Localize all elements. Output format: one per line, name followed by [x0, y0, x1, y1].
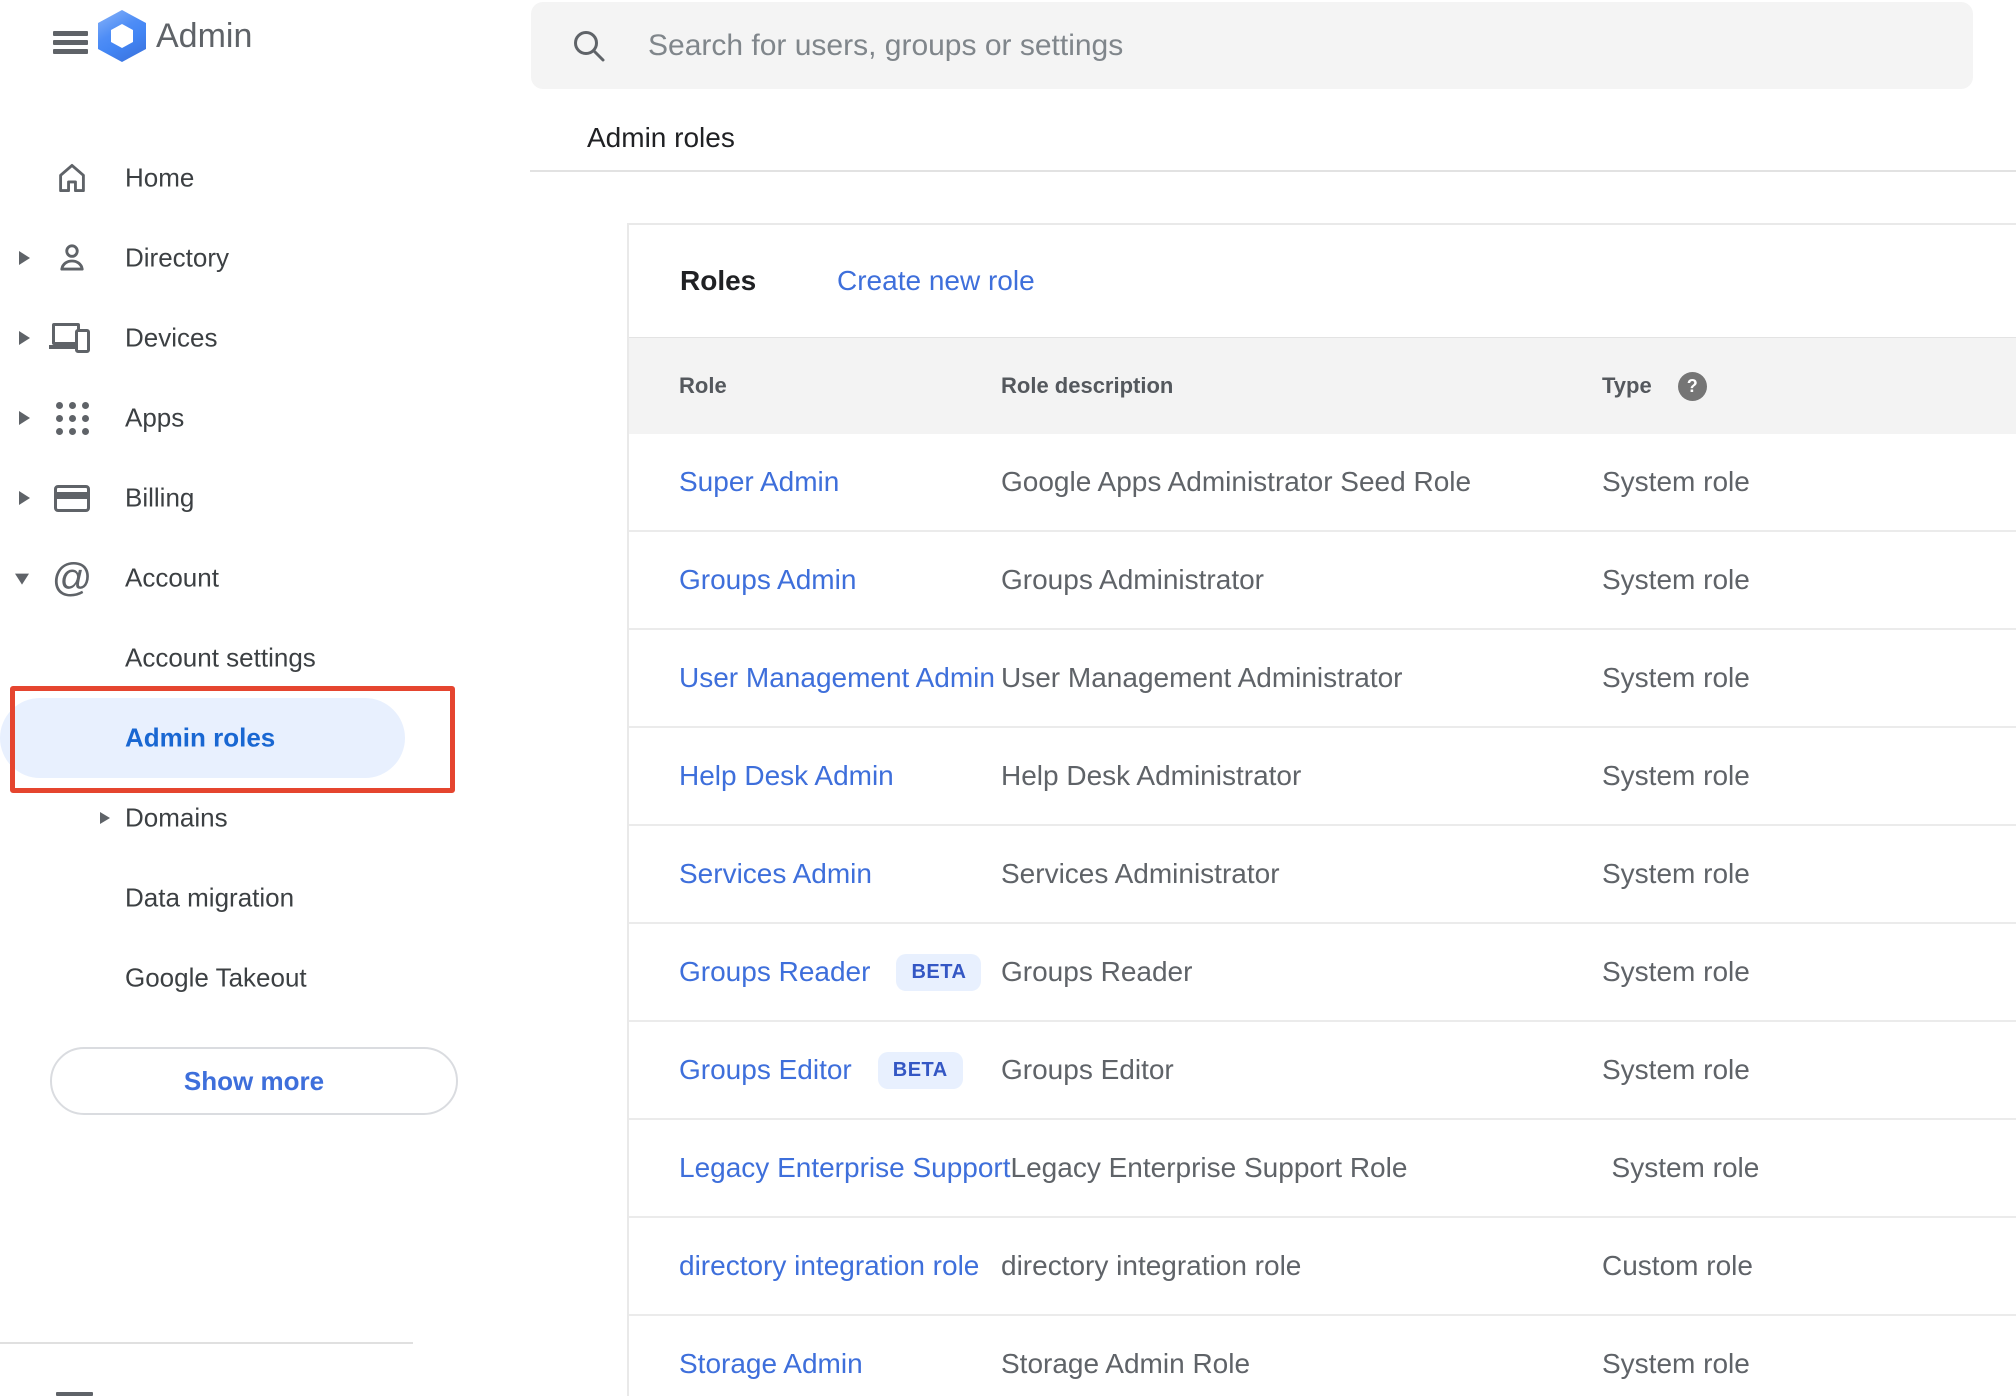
role-description: Groups Editor	[1001, 1054, 1174, 1085]
sidebar-item-label: Admin roles	[125, 722, 276, 753]
role-type: System role	[1602, 1348, 1750, 1379]
role-type: System role	[1602, 956, 1750, 987]
role-link[interactable]: Groups Editor	[679, 1054, 852, 1085]
sidebar: Home Directory Devices Apps Billing @ Account A…	[0, 0, 458, 1396]
role-link[interactable]: Help Desk Admin	[679, 760, 894, 791]
home-icon	[52, 158, 92, 198]
show-more-label: Show more	[183, 1065, 325, 1096]
card-icon	[52, 478, 92, 518]
table-row: User Management Admin User Management Adm…	[629, 630, 2016, 728]
role-description: directory integration role	[1001, 1250, 1302, 1281]
role-type: System role	[1602, 662, 1750, 693]
role-link[interactable]: directory integration role	[679, 1250, 979, 1281]
sidebar-divider	[0, 1342, 413, 1344]
expand-arrow-icon[interactable]	[100, 812, 110, 824]
role-type: Custom role	[1602, 1250, 1753, 1281]
sidebar-item-account[interactable]: @ Account	[0, 538, 413, 618]
search-placeholder: Search for users, groups or settings	[648, 28, 1124, 62]
table-row: Legacy Enterprise Support Legacy Enterpri…	[629, 1120, 2016, 1218]
table-row: Services Admin Services Administrator Syst…	[629, 826, 2016, 924]
role-link[interactable]: Groups Admin	[679, 564, 856, 595]
sidebar-item-label: Devices	[125, 322, 218, 353]
show-more-button[interactable]: Show more	[50, 1047, 458, 1115]
expand-arrow-icon[interactable]	[19, 411, 30, 425]
sidebar-item-label: Directory	[125, 242, 230, 273]
sidebar-item-label: Apps	[125, 402, 185, 433]
devices-icon	[49, 318, 92, 358]
beta-badge: BETA	[896, 953, 982, 991]
role-type: System role	[1602, 564, 1750, 595]
role-description: Services Administrator	[1001, 858, 1280, 889]
role-link[interactable]: Groups Reader	[679, 956, 870, 987]
table-header-row: Role Role description Type ?	[629, 337, 2016, 434]
role-description: Help Desk Administrator	[1001, 760, 1302, 791]
table-row: Super Admin Google Apps Administrator See…	[629, 434, 2016, 532]
sidebar-item-label: Billing	[125, 482, 195, 513]
role-description: User Management Administrator	[1001, 662, 1403, 693]
table-row: directory integration role directory inte…	[629, 1218, 2016, 1316]
admin-console-page: Admin Search for users, groups or settin…	[0, 0, 2016, 1396]
sidebar-item-google-takeout[interactable]: Google Takeout	[0, 938, 413, 1018]
table-row: Groups Reader BETA Groups Reader System rol…	[629, 924, 2016, 1022]
card-title-row: Roles Create new role	[629, 225, 2016, 337]
column-header-role: Role	[679, 373, 727, 398]
create-new-role-link[interactable]: Create new role	[837, 265, 1035, 297]
table-row: Storage Admin Storage Admin Role System ro…	[629, 1316, 2016, 1396]
breadcrumb: Admin roles	[587, 122, 735, 153]
role-link[interactable]: Storage Admin	[679, 1348, 863, 1379]
person-icon	[52, 238, 92, 278]
role-link[interactable]: Services Admin	[679, 858, 872, 889]
search-input[interactable]: Search for users, groups or settings	[531, 2, 1973, 89]
sidebar-item-label: Domains	[125, 802, 228, 833]
role-link[interactable]: Legacy Enterprise Support	[679, 1152, 1011, 1183]
content-divider	[530, 170, 2016, 172]
role-link[interactable]: User Management Admin	[679, 662, 995, 693]
beta-badge: BETA	[877, 1051, 963, 1089]
sidebar-item-home[interactable]: Home	[0, 138, 413, 218]
sidebar-item-label: Account settings	[125, 642, 316, 673]
sidebar-item-admin-roles[interactable]: Admin roles	[0, 698, 413, 778]
card-title: Roles	[680, 265, 757, 296]
roles-table-body: Super Admin Google Apps Administrator See…	[629, 434, 2016, 1396]
collapse-arrow-icon[interactable]	[15, 573, 29, 585]
sidebar-item-label: Home	[125, 162, 195, 193]
sidebar-item-label: Data migration	[125, 882, 295, 913]
sidebar-item-billing[interactable]: Billing	[0, 458, 413, 538]
table-row: Help Desk Admin Help Desk Administrator Sy…	[629, 728, 2016, 826]
sidebar-item-devices[interactable]: Devices	[0, 298, 413, 378]
sidebar-item-label: Account	[125, 562, 219, 593]
sidebar-item-account-settings[interactable]: Account settings	[0, 618, 413, 698]
expand-arrow-icon[interactable]	[19, 251, 30, 265]
help-icon[interactable]: ?	[1677, 371, 1707, 401]
role-description: Google Apps Administrator Seed Role	[1001, 466, 1472, 497]
role-type: System role	[1611, 1152, 1760, 1183]
at-icon: @	[51, 556, 93, 600]
role-description: Groups Reader	[1001, 956, 1193, 987]
sidebar-item-domains[interactable]: Domains	[0, 778, 413, 858]
role-description: Legacy Enterprise Support Role	[1010, 1152, 1408, 1183]
sidebar-item-apps[interactable]: Apps	[0, 378, 413, 458]
column-header-type: Type	[1602, 373, 1652, 398]
roles-card: Roles Create new role Role Role descript…	[627, 223, 2016, 1396]
partial-section-icon	[56, 1392, 93, 1396]
role-type: System role	[1602, 466, 1750, 497]
sidebar-item-label: Google Takeout	[125, 962, 307, 993]
role-description: Groups Administrator	[1001, 564, 1264, 595]
table-row: Groups Editor BETA Groups Editor System rol…	[629, 1022, 2016, 1120]
role-type: System role	[1602, 858, 1750, 889]
expand-arrow-icon[interactable]	[19, 331, 30, 345]
sidebar-item-directory[interactable]: Directory	[0, 218, 413, 298]
role-description: Storage Admin Role	[1001, 1348, 1251, 1379]
sidebar-item-data-migration[interactable]: Data migration	[0, 858, 413, 938]
role-link[interactable]: Super Admin	[679, 466, 839, 497]
table-row: Groups Admin Groups Administrator System r…	[629, 532, 2016, 630]
expand-arrow-icon[interactable]	[19, 491, 30, 505]
column-header-description: Role description	[1001, 373, 1174, 398]
role-type: System role	[1602, 1054, 1750, 1085]
role-type: System role	[1602, 760, 1750, 791]
apps-icon	[52, 398, 92, 438]
search-icon	[574, 30, 605, 61]
